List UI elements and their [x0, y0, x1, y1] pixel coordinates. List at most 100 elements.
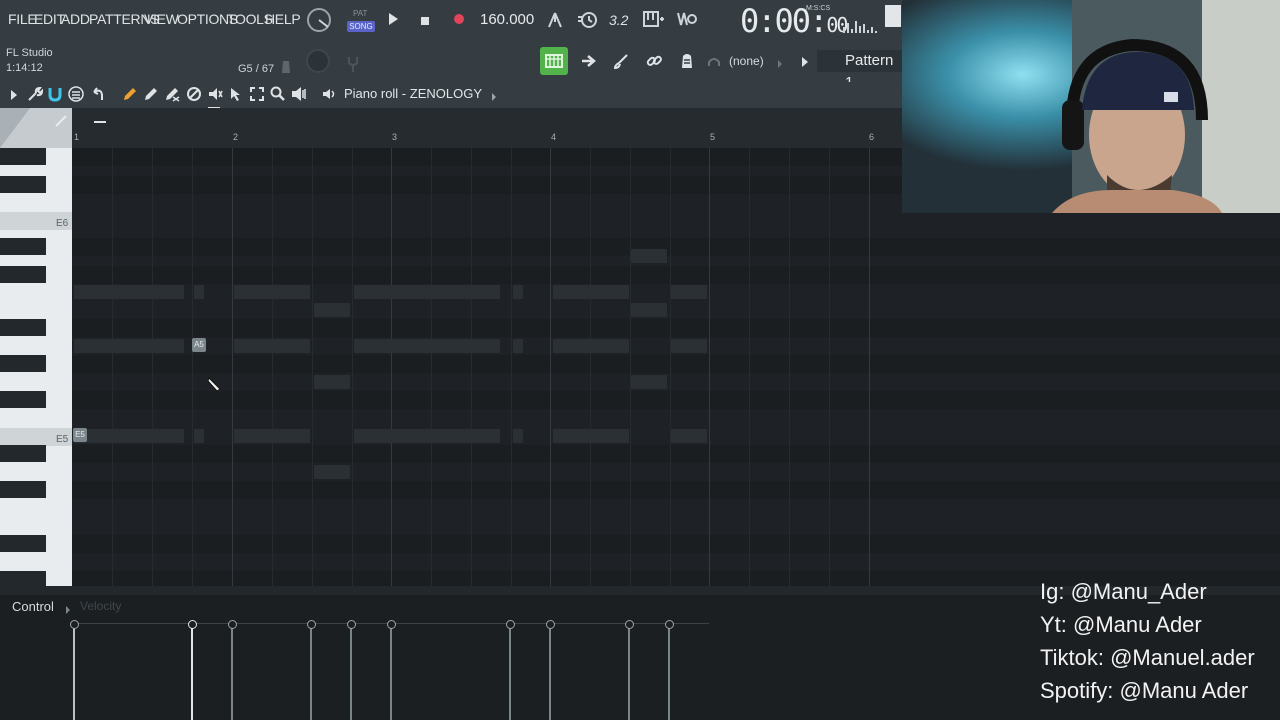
playhead-marker[interactable] — [94, 121, 106, 123]
menu-file[interactable]: FILE — [8, 11, 37, 27]
delete-icon[interactable] — [164, 86, 180, 105]
master-knob-icon[interactable] — [306, 7, 332, 33]
velocity-handle[interactable] — [387, 620, 396, 629]
key-label-e6: E6 — [56, 218, 69, 229]
key-label-e5: E5 — [56, 434, 69, 445]
black-key[interactable] — [0, 481, 46, 498]
piano-roll-title[interactable]: Piano roll - ZENOLOGY — [344, 86, 482, 101]
velocity-bar[interactable] — [231, 625, 233, 720]
control-selector[interactable]: Control — [12, 599, 54, 614]
black-key[interactable] — [0, 176, 46, 193]
velocity-bar[interactable] — [509, 625, 511, 720]
wait-icon[interactable] — [577, 10, 597, 33]
playback-icon[interactable] — [291, 86, 307, 105]
pencil-icon[interactable] — [122, 86, 138, 105]
black-key[interactable] — [0, 319, 46, 336]
arrow-right-icon[interactable] — [580, 54, 598, 71]
chevron-right-icon[interactable] — [776, 56, 784, 72]
stop-icon[interactable] — [418, 13, 432, 29]
loop-record-icon[interactable] — [676, 10, 698, 31]
bar-line — [391, 148, 392, 586]
velocity-bar[interactable] — [73, 625, 75, 720]
playlist-icon[interactable] — [540, 47, 568, 75]
target-channel-select[interactable]: (none) — [729, 54, 764, 68]
wrench-icon[interactable] — [27, 86, 44, 105]
social-instagram: Ig: @Manu_Ader — [1040, 579, 1207, 604]
ghost-note — [74, 339, 184, 353]
velocity-handle[interactable] — [347, 620, 356, 629]
velocity-handle[interactable] — [228, 620, 237, 629]
black-key-row — [72, 238, 1280, 256]
mute-icon[interactable] — [186, 86, 202, 105]
velocity-bar[interactable] — [549, 625, 551, 720]
velocity-bar[interactable] — [310, 625, 312, 720]
record-icon[interactable] — [451, 12, 467, 28]
velocity-handle[interactable] — [546, 620, 555, 629]
velocity-bar[interactable] — [191, 625, 193, 720]
tuning-fork-icon[interactable] — [346, 55, 360, 73]
paint-icon[interactable] — [143, 86, 159, 105]
black-key[interactable] — [0, 238, 46, 255]
velocity-handle[interactable] — [188, 620, 197, 629]
select-icon[interactable] — [228, 86, 244, 105]
hint-time: 1:14:12 — [6, 62, 43, 74]
ghost-note — [631, 375, 667, 389]
pencil-cursor-icon — [206, 375, 224, 393]
play-icon[interactable] — [385, 12, 401, 29]
beat-line — [590, 148, 591, 586]
pitch-knob-icon[interactable] — [304, 47, 332, 75]
note-a5[interactable]: A5 — [192, 338, 206, 352]
keyboard-corner — [0, 108, 72, 148]
snap-menu-icon[interactable] — [68, 86, 84, 105]
black-key[interactable] — [0, 535, 46, 552]
black-key-row — [72, 535, 1280, 553]
piano-snap-icon[interactable] — [643, 10, 665, 31]
black-key[interactable] — [0, 266, 46, 283]
black-key[interactable] — [0, 355, 46, 372]
velocity-bar[interactable] — [668, 625, 670, 720]
pattern-selector[interactable]: Pattern 1 — [817, 50, 905, 91]
slice-icon[interactable] — [207, 86, 223, 105]
menu-help[interactable]: HELP — [265, 11, 301, 27]
note-grid[interactable]: A5 E5 — [72, 148, 1280, 586]
ghost-note — [553, 339, 629, 353]
brush-icon[interactable] — [612, 53, 630, 72]
black-key[interactable] — [0, 445, 46, 462]
velocity-handle[interactable] — [665, 620, 674, 629]
speaker-icon[interactable] — [322, 86, 338, 105]
velocity-bar[interactable] — [350, 625, 352, 720]
piano-keyboard[interactable]: E6 E5 — [0, 148, 72, 586]
tempo-display[interactable]: 160.000 — [480, 11, 534, 28]
title-arrow-icon[interactable] — [490, 89, 498, 105]
social-spotify: Spotify: @Manu Ader — [1040, 678, 1249, 703]
fullscreen-icon[interactable] — [249, 86, 265, 105]
menu-add[interactable]: ADD — [61, 11, 90, 27]
menu-view[interactable]: VIEW — [144, 11, 179, 27]
velocity-handle[interactable] — [506, 620, 515, 629]
undo-icon[interactable] — [90, 86, 106, 105]
pattern-arrow-icon[interactable] — [800, 55, 810, 71]
options-arrow-icon[interactable] — [9, 88, 19, 104]
black-key[interactable] — [0, 391, 46, 408]
velocity-bar[interactable] — [390, 625, 392, 720]
magnet-icon[interactable] — [47, 86, 63, 105]
velocity-bar[interactable] — [628, 625, 630, 720]
channel-plugin-icon[interactable] — [678, 52, 696, 73]
black-key[interactable] — [0, 148, 46, 165]
metronome-icon[interactable] — [545, 10, 565, 33]
note-readout: G5 / 67 — [238, 63, 275, 75]
velocity-handle[interactable] — [625, 620, 634, 629]
note-e5[interactable]: E5 — [73, 428, 87, 442]
zoom-icon[interactable] — [270, 86, 286, 105]
link-icon[interactable] — [645, 53, 663, 72]
control-arrow-icon[interactable] — [64, 602, 72, 618]
beat-line — [749, 148, 750, 586]
step-edit-icon[interactable]: 3.2 — [609, 12, 628, 28]
pat-song-toggle[interactable]: PAT SONG — [347, 9, 377, 35]
velocity-handle[interactable] — [307, 620, 316, 629]
ghost-note — [513, 429, 523, 443]
velocity-handle[interactable] — [70, 620, 79, 629]
black-key[interactable] — [0, 571, 46, 586]
beat-line — [829, 148, 830, 586]
webcam-overlay — [902, 0, 1280, 213]
